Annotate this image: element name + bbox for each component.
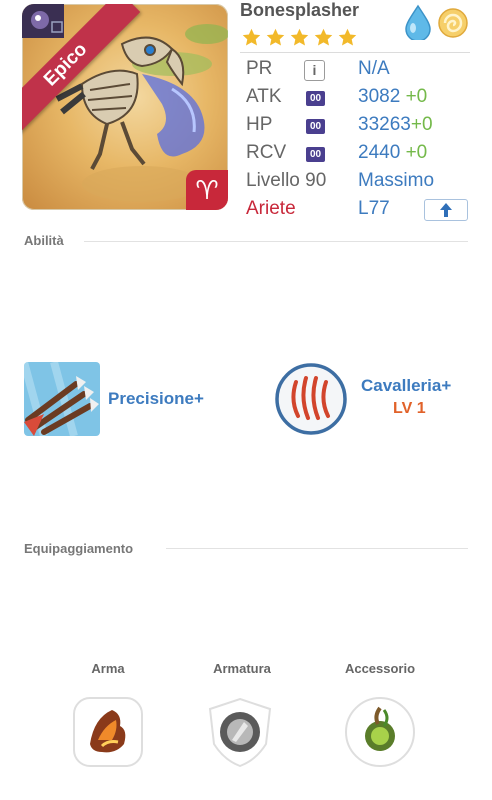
monster-name: Bonesplasher <box>240 0 360 20</box>
star-icon <box>242 28 261 46</box>
level-label: Livello 90 <box>246 170 327 191</box>
accessory-slot[interactable] <box>344 696 416 768</box>
monster-portrait[interactable]: Epico ♈ <box>22 4 228 210</box>
stat-bonus-atk: +0 <box>405 86 428 107</box>
header-divider <box>240 52 470 53</box>
stat-bonus-hp: +0 <box>410 114 433 135</box>
creature-avatar-icon <box>22 4 64 38</box>
stat-row-sign: Ariete L77 <box>240 198 472 224</box>
stat-value-hp: 33263+0 <box>358 114 433 135</box>
info-icon[interactable]: i <box>304 60 325 81</box>
star-icon <box>314 28 333 46</box>
weapon-icon <box>73 697 143 767</box>
equip-label-accessory: Accessorio <box>344 661 416 676</box>
stat-row-level: Livello 90 Massimo <box>240 170 472 196</box>
enhance-badge-icon: 00 <box>306 91 325 106</box>
star-icon <box>266 28 285 46</box>
enhance-badge-icon: 00 <box>306 147 325 162</box>
enhance-badge-icon: 00 <box>306 119 325 134</box>
precision-ability-icon[interactable] <box>24 362 100 436</box>
equip-label-armor: Armatura <box>213 661 271 676</box>
star-icon <box>338 28 357 46</box>
arrow-up-icon <box>440 203 452 217</box>
stat-row-atk: ATK 00 3082 +0 <box>240 86 472 112</box>
upgrade-button[interactable] <box>424 199 468 221</box>
stat-bonus-rcv: +0 <box>405 142 428 163</box>
stat-value-atk: 3082 +0 <box>358 86 428 107</box>
equip-label-weapon: Arma <box>91 661 125 676</box>
wind-swirl-icon <box>438 8 468 38</box>
star-rating <box>241 27 358 48</box>
armor-icon <box>208 697 272 768</box>
stat-label-rcv: RCV <box>246 142 287 163</box>
zodiac-aries-icon: ♈ <box>186 170 228 210</box>
star-icon <box>290 28 309 46</box>
zodiac-label: Ariete <box>246 198 296 219</box>
cavalry-ability-icon[interactable] <box>274 362 348 436</box>
section-divider <box>166 548 468 549</box>
stat-label-atk: ATK <box>246 86 282 107</box>
stat-label-pr: PR <box>246 58 273 79</box>
equipment-section-title: Equipaggiamento <box>24 541 134 556</box>
element-icons <box>402 4 470 40</box>
ability-name-precision[interactable]: Precisione+ <box>108 389 204 409</box>
level-value: Massimo <box>358 170 435 191</box>
water-drop-icon <box>405 4 431 40</box>
weapon-slot[interactable] <box>72 696 144 768</box>
stat-value-rcv: 2440 +0 <box>358 142 428 163</box>
section-divider <box>84 241 468 242</box>
abilities-section-title: Abilità <box>24 233 64 248</box>
ability-name-cavalry[interactable]: Cavalleria+ <box>361 376 451 396</box>
stat-row-rcv: RCV 00 2440 +0 <box>240 142 472 168</box>
stat-label-hp: HP <box>246 114 273 135</box>
accessory-icon <box>345 697 415 767</box>
ability-level-cavalry: LV 1 <box>393 400 426 417</box>
stat-value-pr: N/A <box>358 58 390 79</box>
stat-row-hp: HP 00 33263+0 <box>240 114 472 140</box>
zodiac-level-value: L77 <box>358 198 390 219</box>
armor-slot[interactable] <box>204 696 276 768</box>
stat-row-pr: PR i N/A <box>240 58 472 84</box>
